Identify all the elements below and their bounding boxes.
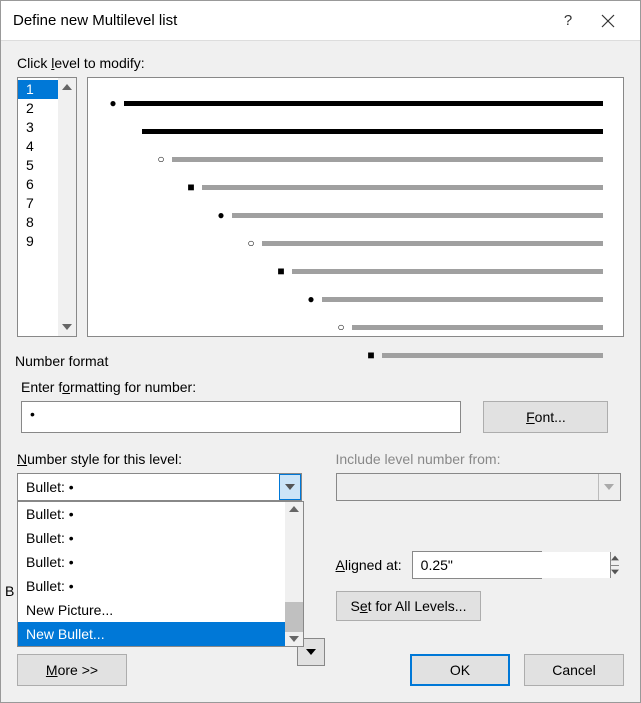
font-button[interactable]: Font... — [483, 401, 608, 433]
include-level-combo — [336, 473, 621, 501]
dropdown-item[interactable]: Bullet: • — [18, 550, 285, 574]
list-preview: ● ● ○ ■ ● ○ ■ ● ○ ■ — [87, 77, 624, 337]
bullet-square-icon: ■ — [186, 180, 196, 194]
combo-dropdown-button — [598, 474, 620, 500]
level-item[interactable]: 1 — [18, 80, 58, 99]
bullet-filled-icon: ● — [306, 292, 316, 306]
bullet-open-icon: ○ — [246, 236, 256, 250]
spin-down-button[interactable] — [611, 565, 619, 579]
bullet-square-icon: ■ — [366, 348, 376, 362]
bullet-open-icon: ○ — [156, 152, 166, 166]
top-row: 1 2 3 4 5 6 7 8 9 ● ● ○ — [17, 77, 624, 337]
scroll-down-icon[interactable] — [60, 320, 74, 334]
level-list-items: 1 2 3 4 5 6 7 8 9 — [18, 78, 58, 336]
dropdown-item[interactable]: New Picture... — [18, 598, 285, 622]
ok-button[interactable]: OK — [410, 654, 510, 686]
levels-label: Click level to modify: — [17, 55, 624, 71]
level-item[interactable]: 2 — [18, 99, 58, 118]
aligned-at-input[interactable] — [413, 552, 610, 578]
dropdown-item[interactable]: Bullet: • — [18, 526, 285, 550]
dropdown-scrollbar[interactable] — [285, 502, 303, 646]
dialog-define-multilevel-list: Define new Multilevel list ? Click level… — [0, 0, 641, 703]
level-item[interactable]: 5 — [18, 156, 58, 175]
formatting-input[interactable]: • — [21, 401, 461, 433]
aligned-at-label: Aligned at: — [336, 557, 402, 573]
dropdown-item[interactable]: Bullet: • — [18, 574, 285, 598]
bullet-filled-icon: ● — [216, 208, 226, 222]
scroll-up-icon[interactable] — [60, 80, 74, 94]
level-scrollbar[interactable] — [58, 78, 76, 336]
chevron-down-icon — [604, 484, 614, 490]
more-button[interactable]: More >> — [17, 654, 127, 686]
bullet-filled-icon: ● — [108, 96, 118, 110]
level-item[interactable]: 9 — [18, 232, 58, 251]
scroll-thumb[interactable] — [285, 602, 303, 632]
level-item[interactable]: 3 — [18, 118, 58, 137]
dialog-title: Define new Multilevel list — [13, 12, 548, 29]
include-level-label: Include level number from: — [336, 451, 625, 467]
cancel-button[interactable]: Cancel — [524, 654, 624, 686]
help-button[interactable]: ? — [548, 1, 588, 41]
level-listbox[interactable]: 1 2 3 4 5 6 7 8 9 — [17, 77, 77, 337]
aligned-at-spinner[interactable] — [412, 551, 542, 579]
bullet-square-icon: ■ — [276, 264, 286, 278]
level-item[interactable]: 4 — [18, 137, 58, 156]
combo-dropdown-button[interactable] — [279, 474, 301, 500]
level-item[interactable]: 7 — [18, 194, 58, 213]
formatting-label: Enter formatting for number: — [21, 379, 624, 395]
dropdown-item-new-bullet[interactable]: New Bullet... — [18, 622, 285, 646]
number-style-label: Number style for this level: — [17, 451, 306, 467]
bullet-open-icon: ○ — [336, 320, 346, 334]
scroll-up-icon[interactable] — [287, 502, 301, 516]
number-style-dropdown[interactable]: Bullet: • Bullet: • Bullet: • Bullet: • … — [17, 501, 304, 647]
dialog-buttons: More >> OK Cancel — [17, 654, 624, 686]
number-style-value: Bullet: • — [18, 479, 279, 495]
partial-label: B — [5, 583, 14, 599]
dialog-content: Click level to modify: 1 2 3 4 5 6 7 8 9 — [1, 41, 640, 702]
close-icon — [601, 14, 615, 28]
chevron-down-icon — [285, 484, 295, 490]
level-item[interactable]: 6 — [18, 175, 58, 194]
dropdown-item[interactable]: Bullet: • — [18, 502, 285, 526]
set-for-all-levels-button[interactable]: Set for All Levels... — [336, 591, 482, 621]
spin-up-button[interactable] — [611, 552, 619, 565]
close-button[interactable] — [588, 1, 628, 41]
number-style-combo[interactable]: Bullet: • Bullet: • Bullet: • Bullet: • … — [17, 473, 302, 501]
titlebar: Define new Multilevel list ? — [1, 1, 640, 41]
level-item[interactable]: 8 — [18, 213, 58, 232]
scroll-down-icon[interactable] — [287, 632, 301, 646]
